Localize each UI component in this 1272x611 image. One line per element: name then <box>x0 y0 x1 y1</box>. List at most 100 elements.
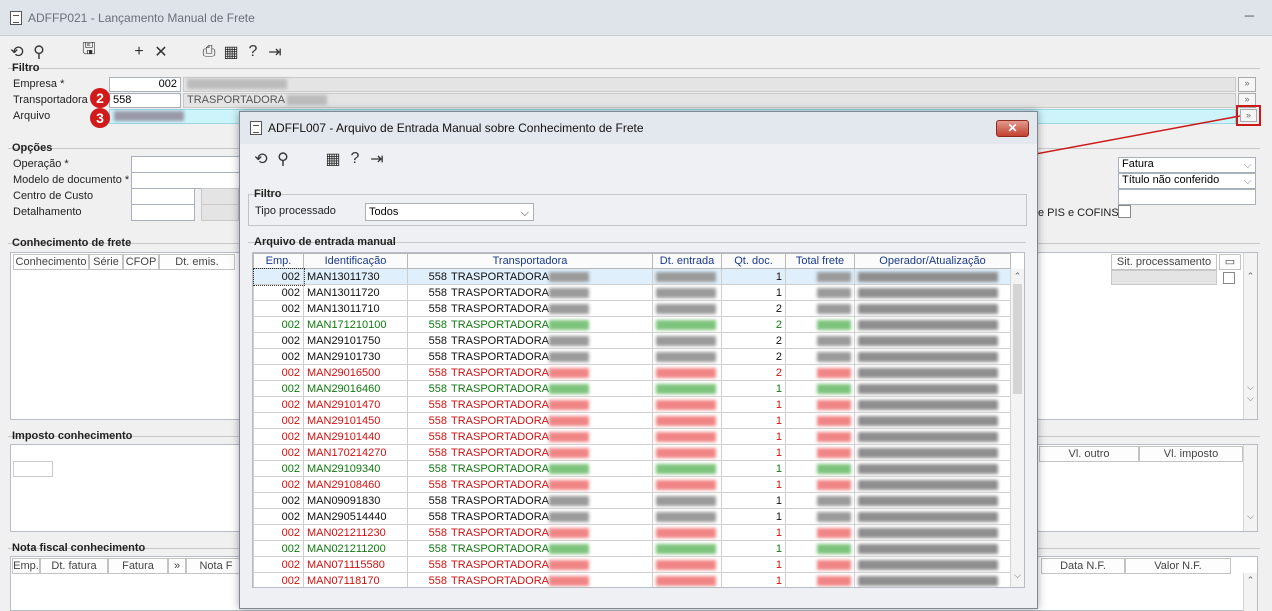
situacao-select[interactable]: Título não conferido ⌵ <box>1118 173 1256 189</box>
table-row[interactable]: 002 MAN07118170 558 TRASPORTADORA 1 <box>253 572 1011 587</box>
col-nota-f[interactable]: Nota F <box>186 558 246 574</box>
dialog-title: ADFFL007 - Arquivo de Entrada Manual sob… <box>268 121 644 135</box>
arquivo-scrollbar[interactable]: ⌃ ⌵ <box>1010 269 1024 587</box>
exit-icon[interactable]: ⇥ <box>264 42 286 62</box>
table-row[interactable]: 002 MAN29101450 558 TRASPORTADORA 1 <box>253 412 1011 429</box>
table-row[interactable]: 002 MAN071115580 558 TRASPORTADORA 1 <box>253 556 1011 573</box>
pis-cofins-checkbox[interactable] <box>1118 205 1131 218</box>
scrollbar-thumb[interactable] <box>1013 284 1022 394</box>
arquivo-dialog: ADFFL007 - Arquivo de Entrada Manual sob… <box>239 111 1038 609</box>
extra-input[interactable] <box>1118 189 1256 205</box>
cell-identificacao: MAN29016460 <box>303 380 408 397</box>
tipo-processado-select[interactable]: Todos ⌵ <box>365 203 534 221</box>
nota-scrollbar[interactable]: ⌃ <box>1243 573 1257 611</box>
table-row[interactable]: 002 MAN29109340 558 TRASPORTADORA 1 <box>253 460 1011 477</box>
modelo-input[interactable] <box>131 172 241 189</box>
conhecimento-scrollbar[interactable]: ⌃ ⌵ ⌵ <box>1243 253 1257 419</box>
col-fatura-lookup[interactable]: » <box>168 558 186 574</box>
save-icon[interactable]: 🖫 <box>78 38 100 65</box>
table-row[interactable]: 002 MAN170214270 558 TRASPORTADORA 1 <box>253 444 1011 461</box>
col-conhecimento[interactable]: Conhecimento <box>13 254 89 270</box>
col-vl-outro[interactable]: Vl. outro <box>1039 446 1139 462</box>
help-icon[interactable]: ? <box>242 43 264 61</box>
table-row[interactable]: 002 MAN29016460 558 TRASPORTADORA 1 <box>253 380 1011 397</box>
arquivo-grid[interactable]: Emp. Identificação Transportadora Dt. en… <box>252 252 1025 588</box>
table-row[interactable]: 002 MAN171210100 558 TRASPORTADORA 2 <box>253 316 1011 333</box>
table-row[interactable]: 002 MAN29101730 558 TRASPORTADORA 2 <box>253 348 1011 365</box>
col-dt-emis[interactable]: Dt. emis. <box>159 254 235 270</box>
col-valor-nf[interactable]: Valor N.F. <box>1125 558 1231 574</box>
minimize-button[interactable]: ─ <box>1245 8 1254 23</box>
redacted-text <box>858 319 998 330</box>
cell-identificacao: MAN29016500 <box>303 364 408 381</box>
add-icon[interactable]: + <box>128 43 150 61</box>
detalhamento-input[interactable] <box>131 204 195 221</box>
calendar-icon[interactable]: ▦ <box>322 149 344 169</box>
print-icon[interactable]: ⎙ <box>198 43 220 61</box>
exit-icon[interactable]: ⇥ <box>366 149 388 169</box>
col-emp[interactable]: Emp. <box>12 558 40 574</box>
cell-dt-entrada <box>652 364 722 381</box>
table-row[interactable]: 002 MAN09091830 558 TRASPORTADORA 1 <box>253 492 1011 509</box>
transportadora-name: TRASPORTADORA <box>451 398 549 411</box>
col-serie[interactable]: Série <box>89 254 123 270</box>
table-row[interactable]: 002 MAN13011720 558 TRASPORTADORA 1 <box>253 284 1011 301</box>
cell-qt-doc: 1 <box>721 284 786 301</box>
table-row[interactable]: 002 MAN021211200 558 TRASPORTADORA 1 <box>253 540 1011 557</box>
transportadora-name: TRASPORTADORA <box>451 462 549 475</box>
empresa-lookup-button[interactable]: » <box>1238 77 1256 92</box>
empresa-input[interactable]: 002 <box>109 77 181 92</box>
redacted-text <box>549 559 589 570</box>
cell-operador <box>854 572 1011 587</box>
operacao-input[interactable] <box>131 156 241 173</box>
col-fatura[interactable]: Fatura <box>108 558 168 574</box>
table-row[interactable]: 002 MAN29101440 558 TRASPORTADORA 1 <box>253 428 1011 445</box>
cell-emp: 002 <box>253 460 304 477</box>
redacted-text <box>858 447 998 458</box>
col-dt-entrada[interactable]: Dt. entrada <box>652 253 722 269</box>
refresh-icon[interactable]: ⟲ <box>250 149 272 169</box>
table-row[interactable]: 002 MAN29101470 558 TRASPORTADORA 1 <box>253 396 1011 413</box>
col-data-nf[interactable]: Data N.F. <box>1041 558 1125 574</box>
table-row[interactable]: 002 MAN13011710 558 TRASPORTADORA 2 <box>253 300 1011 317</box>
close-icon[interactable]: ✕ <box>150 42 172 62</box>
redacted-text <box>656 575 716 586</box>
help-icon[interactable]: ? <box>344 150 366 168</box>
col-cfop[interactable]: CFOP <box>123 254 159 270</box>
search-icon[interactable]: ⚲ <box>272 149 294 169</box>
col-emp[interactable]: Emp. <box>253 253 304 269</box>
col-sit-processamento[interactable]: Sit. processamento <box>1111 254 1217 270</box>
table-row[interactable]: 002 MAN29016500 558 TRASPORTADORA 2 <box>253 364 1011 381</box>
col-qt-doc[interactable]: Qt. doc. <box>721 253 786 269</box>
table-row[interactable]: 002 MAN021211230 558 TRASPORTADORA 1 <box>253 524 1011 541</box>
calendar-icon[interactable]: ▦ <box>220 42 242 62</box>
col-dt-fatura[interactable]: Dt. fatura <box>40 558 108 574</box>
col-options[interactable]: ▭ <box>1219 254 1241 270</box>
transportadora-name: TRASPORTADORA <box>451 494 549 507</box>
col-identificacao[interactable]: Identificação <box>303 253 408 269</box>
col-operador[interactable]: Operador/Atualização <box>854 253 1011 269</box>
transportadora-name: TRASPORTADORA <box>187 94 285 106</box>
cell-emp: 002 <box>253 444 304 461</box>
search-icon[interactable]: ⚲ <box>28 42 50 62</box>
cell-operador <box>854 348 1011 365</box>
redacted-text <box>549 319 589 330</box>
table-row[interactable]: 002 MAN29101750 558 TRASPORTADORA 2 <box>253 332 1011 349</box>
table-row[interactable]: 002 MAN29108460 558 TRASPORTADORA 1 <box>253 476 1011 493</box>
table-row[interactable]: 002 MAN13011730 558 TRASPORTADORA 1 <box>253 267 1011 286</box>
cell-dt-entrada <box>652 268 722 285</box>
col-vl-imposto[interactable]: Vl. imposto <box>1139 446 1243 462</box>
dialog-close-button[interactable]: ✕ <box>996 120 1029 137</box>
redacted-text <box>549 335 589 346</box>
row-checkbox[interactable] <box>1223 272 1235 284</box>
centro-custo-input[interactable] <box>131 188 195 205</box>
col-transportadora[interactable]: Transportadora <box>407 253 653 269</box>
table-row[interactable]: 002 MAN290514440 558 TRASPORTADORA 1 <box>253 508 1011 525</box>
refresh-icon[interactable]: ⟲ <box>6 42 28 62</box>
tipo-processado-label: Tipo processado <box>255 205 336 217</box>
redacted-text <box>817 511 851 522</box>
imposto-scrollbar[interactable]: ⌵ <box>1243 445 1257 531</box>
transportadora-input[interactable]: 558 <box>109 93 181 108</box>
col-total-frete[interactable]: Total frete <box>785 253 855 269</box>
cell-transportadora: 558 TRASPORTADORA <box>407 556 653 573</box>
